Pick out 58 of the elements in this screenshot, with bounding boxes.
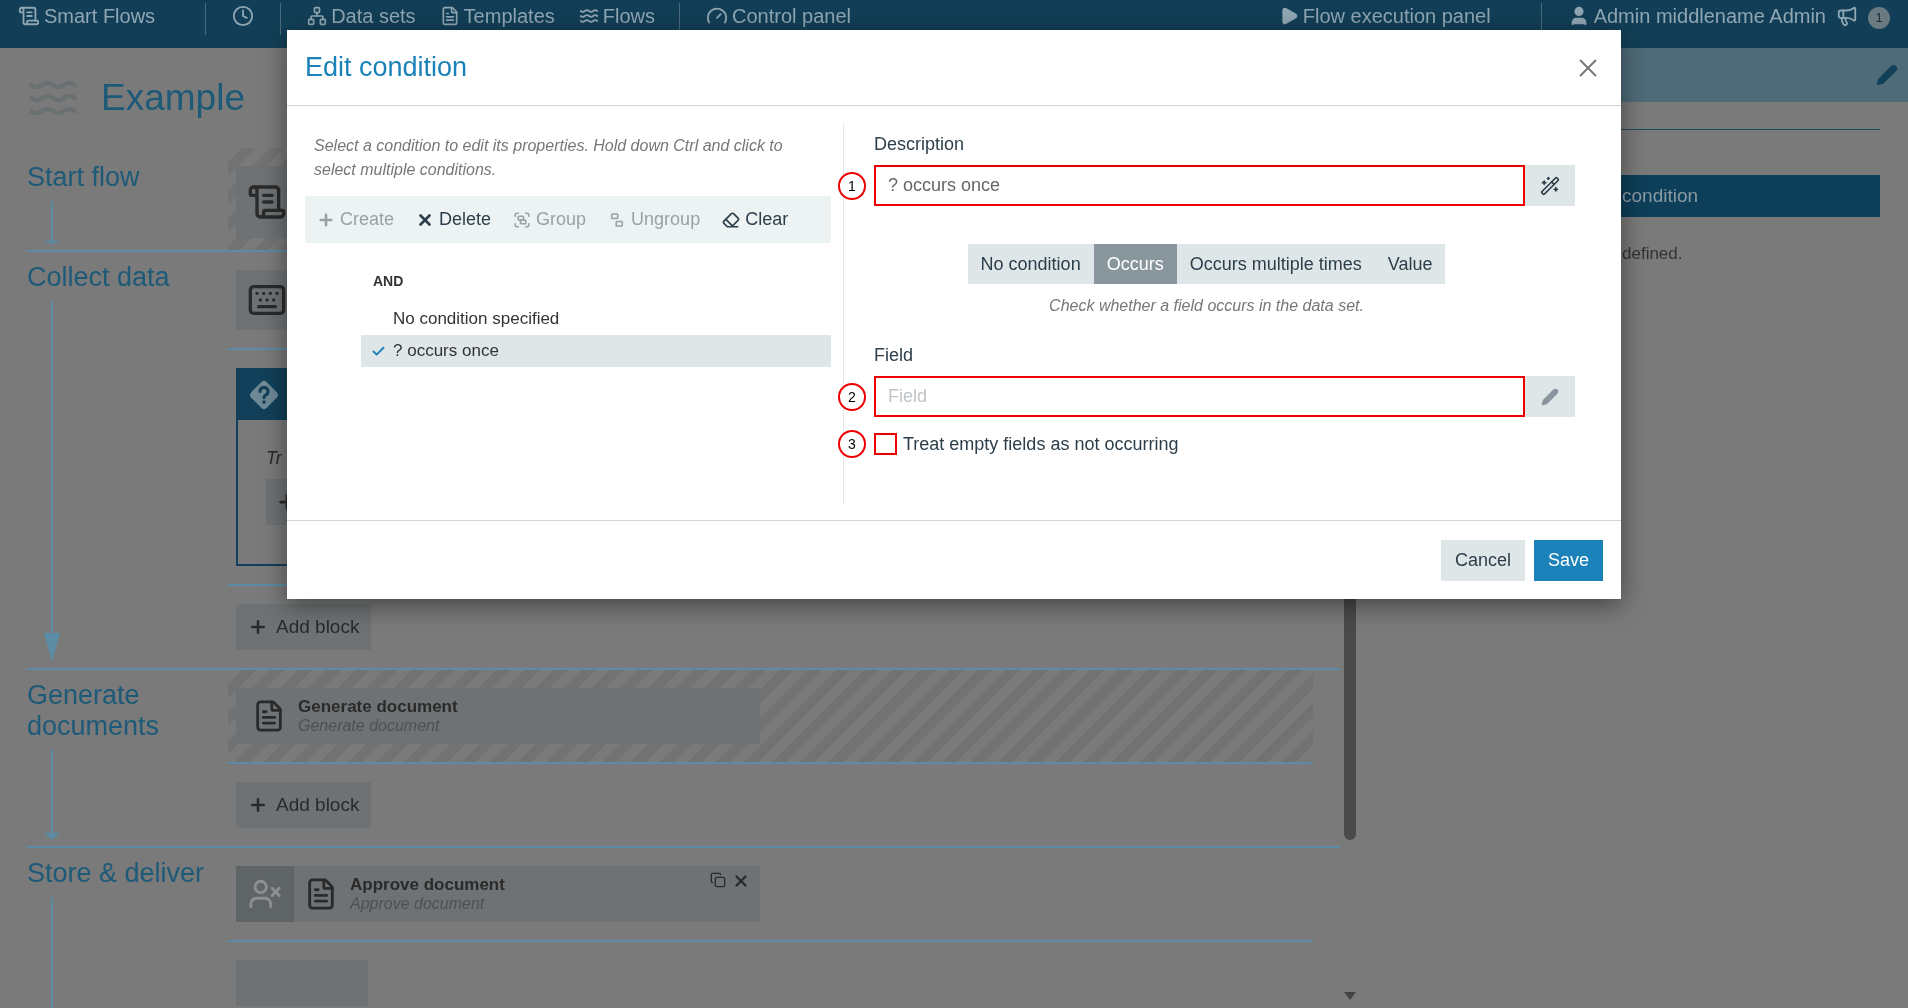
add-block-button[interactable]: Add block: [236, 782, 372, 828]
condition-type-hint: Check whether a field occurs in the data set.: [1048, 297, 1365, 315]
annotation-marker: 2: [838, 382, 866, 411]
checkbox-label: Treat empty fields as not occurring: [903, 433, 1179, 455]
user-menu[interactable]: Admin middlename Admin: [1567, 5, 1826, 27]
cancel-button[interactable]: Cancel: [1440, 539, 1525, 581]
eraser-icon: [722, 210, 741, 229]
stage-label: Store & deliver: [27, 858, 206, 890]
notification-badge: 1: [1868, 7, 1890, 29]
flow-arrow: [44, 201, 60, 244]
condition-type-tab[interactable]: Occurs multiple times: [1176, 244, 1375, 284]
magic-wand-icon: [1540, 175, 1560, 196]
stage-label: Generate documents: [27, 680, 161, 743]
condition-type-tab[interactable]: Occurs: [1093, 244, 1177, 284]
generate-button[interactable]: [1525, 165, 1575, 206]
flow-title: Example: [101, 77, 245, 119]
save-button[interactable]: Save: [1533, 539, 1603, 581]
checkbox[interactable]: [874, 433, 897, 455]
brand-link[interactable]: Smart Flows: [18, 5, 156, 27]
toolbar-button[interactable]: Clear: [722, 209, 789, 230]
dialog-title: Edit condition: [305, 52, 468, 83]
condition-item[interactable]: No condition specified: [361, 303, 831, 335]
close-icon[interactable]: [732, 872, 750, 890]
hierarchy-icon: [307, 6, 328, 26]
plus-icon: [248, 617, 268, 637]
group-icon: [513, 210, 532, 229]
nav-link[interactable]: Flow execution panel: [1278, 5, 1491, 27]
stage-label: Collect data: [27, 262, 171, 294]
description-input[interactable]: ? occurs once: [874, 165, 1525, 206]
block-title: Generate document: [298, 697, 458, 717]
pencil-icon: [1541, 387, 1559, 406]
field-input[interactable]: Field: [874, 376, 1525, 417]
edit-field-button[interactable]: [1525, 376, 1575, 417]
field-label: Description: [874, 134, 966, 155]
operator-label: AND: [373, 273, 405, 289]
waves-icon: [578, 6, 599, 26]
annotation-marker: 3: [838, 430, 866, 458]
copy-icon[interactable]: [710, 872, 726, 888]
nav-link[interactable]: Templates: [439, 5, 555, 27]
megaphone-icon[interactable]: [1836, 5, 1858, 27]
user-x-icon: [248, 877, 282, 911]
clock-icon[interactable]: [232, 5, 255, 27]
nav-link[interactable]: Control panel: [706, 5, 851, 27]
field-label: Field: [874, 345, 914, 366]
nav-link[interactable]: Flows: [578, 5, 655, 27]
plus-icon: [248, 795, 268, 815]
condition-type-tab[interactable]: Value: [1374, 244, 1446, 284]
stage-label: Start flow: [27, 162, 141, 194]
decision-text: Tr: [266, 448, 284, 469]
annotation-marker: 1: [838, 171, 866, 200]
condition-type-tab[interactable]: No condition: [967, 244, 1094, 284]
panel-note: defined.: [1622, 244, 1683, 264]
nav-link[interactable]: Data sets: [307, 5, 416, 27]
block-title: Approve document: [350, 875, 505, 895]
add-block-button[interactable]: Add block: [236, 604, 372, 650]
instruction-text: Select a condition to edit its properties. Hold down Ctrl and click to select multiple conditions.: [314, 136, 784, 180]
condition-item[interactable]: ? occurs once: [361, 335, 831, 367]
toolbar-button[interactable]: Delete: [416, 209, 492, 230]
